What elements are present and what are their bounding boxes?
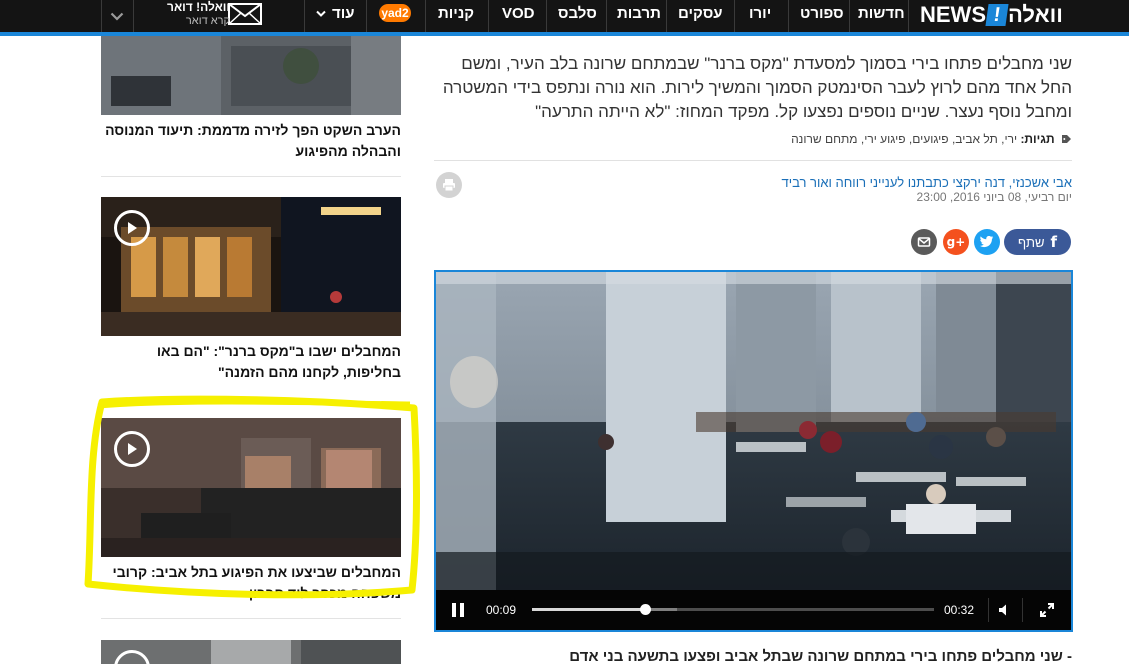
yellow-highlight-annotation bbox=[84, 395, 420, 599]
nav-separator bbox=[546, 0, 547, 32]
logo-walla-text: וואלה bbox=[1008, 2, 1063, 27]
sidebar-video-thumbnail[interactable] bbox=[101, 197, 401, 336]
yad2-link[interactable]: yad2 bbox=[379, 4, 411, 22]
nav-item-news[interactable]: חדשות bbox=[858, 0, 905, 32]
nav-item-vod[interactable]: VOD bbox=[502, 0, 535, 32]
nav-separator bbox=[734, 0, 735, 32]
controls-separator bbox=[1022, 598, 1023, 622]
sidebar-separator bbox=[101, 618, 401, 619]
video-player[interactable]: 00:09 00:32 bbox=[434, 270, 1073, 632]
article-summary: שני מחבלים פתחו בירי בסמוך למסעדת "מקס ב… bbox=[442, 54, 1072, 121]
thumbnail-image bbox=[101, 36, 401, 115]
fullscreen-button[interactable] bbox=[1040, 590, 1054, 630]
nav-separator bbox=[788, 0, 789, 32]
walla-news-logo[interactable]: NEWS ! וואלה bbox=[920, 2, 1063, 28]
controls-separator bbox=[988, 598, 989, 622]
google-plus-icon: g+ bbox=[946, 235, 966, 249]
email-icon bbox=[917, 237, 931, 247]
sidebar-separator bbox=[101, 176, 401, 177]
chevron-down-icon bbox=[316, 10, 326, 17]
nav-separator bbox=[133, 0, 134, 32]
nav-separator bbox=[101, 0, 102, 32]
nav-item-culture[interactable]: תרבות bbox=[617, 0, 661, 32]
share-label: שתף bbox=[1017, 234, 1045, 250]
pause-icon bbox=[452, 603, 464, 617]
mail-subtitle: קרא דואר bbox=[185, 15, 230, 27]
duration: 00:32 bbox=[944, 603, 975, 617]
divider bbox=[434, 160, 1072, 161]
tag-icon bbox=[1062, 135, 1071, 143]
video-frame[interactable] bbox=[436, 272, 1071, 590]
printer-icon bbox=[443, 179, 455, 192]
nav-separator bbox=[425, 0, 426, 32]
video-controls: 00:09 00:32 bbox=[436, 590, 1071, 630]
play-icon bbox=[114, 210, 150, 246]
nav-more-menu[interactable]: עוד bbox=[316, 0, 355, 28]
sidebar-item-caption[interactable]: המחבלים ישבו ב"מקס ברנר": "הם באו בחליפו… bbox=[101, 341, 401, 383]
nav-separator bbox=[666, 0, 667, 32]
email-share-button[interactable] bbox=[911, 229, 937, 255]
current-time: 00:09 bbox=[486, 603, 517, 617]
article-byline[interactable]: אבי אשכנזי, דנה ירקצי כתבתנו לענייני רוו… bbox=[600, 175, 1072, 190]
nav-item-celebs[interactable]: סלבס bbox=[558, 0, 597, 32]
played-range bbox=[532, 608, 645, 611]
nav-separator bbox=[366, 0, 367, 32]
twitter-bird-icon bbox=[980, 236, 994, 248]
nav-item-shopping[interactable]: קניות bbox=[438, 0, 474, 32]
nav-separator bbox=[304, 0, 305, 32]
nav-separator bbox=[908, 0, 909, 32]
article-bullet-text: - שני מחבלים פתחו בירי במתחם שרונה שבתל … bbox=[569, 648, 1072, 664]
nav-more-label: עוד bbox=[332, 5, 355, 22]
chevron-down-icon bbox=[110, 12, 124, 21]
logo-news-text: NEWS bbox=[920, 2, 986, 27]
fullscreen-icon bbox=[1040, 603, 1054, 617]
expand-menu-button[interactable] bbox=[104, 0, 130, 32]
twitter-share-button[interactable] bbox=[974, 229, 1000, 255]
google-plus-share-button[interactable]: g+ bbox=[943, 229, 969, 255]
article-date: יום רביעי, 08 ביוני 2016, 23:00 bbox=[916, 190, 1072, 204]
sidebar-thumbnail[interactable] bbox=[101, 36, 401, 115]
article-tags: תגיות: ירי, תל אביב, פיגועים, פיגוע ירי,… bbox=[700, 132, 1072, 146]
nav-separator bbox=[488, 0, 489, 32]
seek-handle[interactable] bbox=[639, 604, 651, 615]
nav-item-sport[interactable]: ספורט bbox=[800, 0, 844, 32]
sidebar-item-caption[interactable]: הערב השקט הפך לזירה מדממת: תיעוד המנוסה … bbox=[101, 120, 401, 162]
nav-item-euro[interactable]: יורו bbox=[749, 0, 771, 32]
nav-item-business[interactable]: עסקים bbox=[678, 0, 723, 32]
mail-envelope-icon[interactable] bbox=[228, 3, 262, 30]
facebook-share-button[interactable]: f שתף bbox=[1004, 229, 1071, 255]
seek-bar[interactable] bbox=[532, 604, 934, 615]
volume-button[interactable] bbox=[998, 590, 1012, 630]
mail-link[interactable]: וואלה! דואר קרא דואר bbox=[150, 0, 230, 32]
speaker-icon bbox=[999, 604, 1006, 616]
tags-list[interactable]: ירי, תל אביב, פיגועים, פיגוע ירי, מתחם ש… bbox=[791, 132, 1017, 146]
nav-separator bbox=[606, 0, 607, 32]
logo-exclamation-mark: ! bbox=[985, 4, 1009, 26]
sidebar-video-thumbnail[interactable] bbox=[101, 640, 401, 664]
print-button[interactable] bbox=[436, 172, 462, 198]
nav-separator bbox=[849, 0, 850, 32]
mail-title: וואלה! דואר bbox=[167, 0, 230, 14]
top-navigation-bar: NEWS ! וואלה חדשות ספורט יורו עסקים תרבו… bbox=[0, 0, 1129, 36]
pause-button[interactable] bbox=[452, 590, 464, 630]
facebook-icon: f bbox=[1050, 233, 1058, 251]
tags-label: תגיות: bbox=[1020, 132, 1055, 146]
